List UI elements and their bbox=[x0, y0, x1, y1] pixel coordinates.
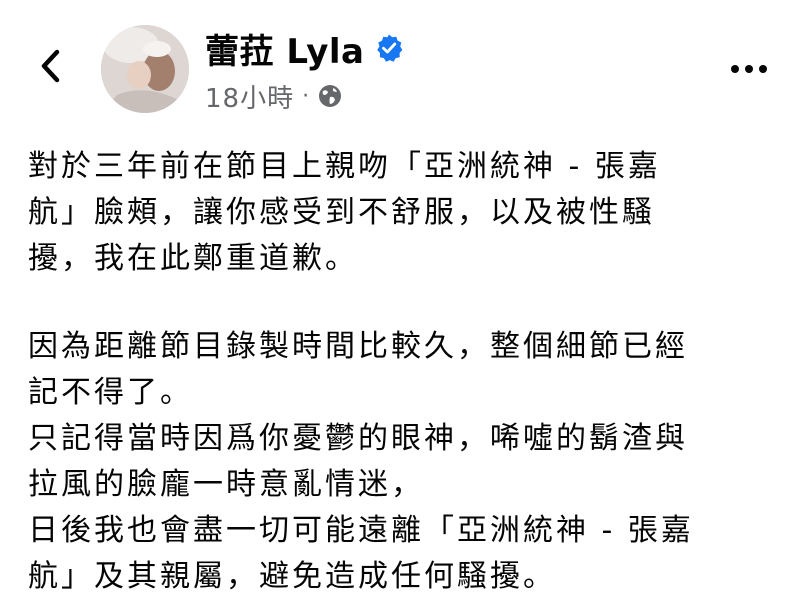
author-name[interactable]: 蕾菈 Lyla bbox=[205, 24, 364, 73]
post-text: 對於三年前在節目上親吻「亞洲統神 - 張嘉 航」臉頰，讓你感受到不舒服，以及被性… bbox=[28, 144, 780, 600]
post-line: 拉風的臉龐一時意亂情迷， bbox=[28, 467, 424, 502]
back-button[interactable] bbox=[30, 46, 70, 86]
post-meta: 18小時 · bbox=[205, 78, 343, 114]
more-options-button[interactable] bbox=[724, 54, 774, 84]
post-line: 只記得當時因爲你憂鬱的眼神，唏噓的鬍渣與 bbox=[28, 421, 688, 456]
verified-badge-icon bbox=[374, 33, 404, 63]
author-row: 蕾菈 Lyla bbox=[205, 24, 404, 72]
meta-separator: · bbox=[302, 83, 310, 109]
post-header: 蕾菈 Lyla 18小時 · bbox=[0, 0, 800, 120]
avatar-photo bbox=[101, 25, 189, 113]
post-line: 航」及其親屬，避免造成任何騷擾。 bbox=[28, 559, 556, 594]
post-line: 航」臉頰，讓你感受到不舒服，以及被性騷 bbox=[28, 195, 655, 230]
avatar[interactable] bbox=[101, 25, 189, 113]
post-line: 對於三年前在節目上親吻「亞洲統神 - 張嘉 bbox=[28, 149, 661, 184]
post-line: 因為距離節目錄製時間比較久，整個細節已經 bbox=[28, 329, 688, 364]
post-line: 日後我也會盡一切可能遠離「亞洲統神 - 張嘉 bbox=[28, 513, 694, 548]
globe-icon[interactable] bbox=[317, 83, 343, 109]
post-line: 記不得了。 bbox=[28, 375, 193, 410]
chevron-left-icon bbox=[41, 49, 60, 83]
more-horizontal-icon bbox=[731, 65, 739, 73]
post-line: 擾，我在此鄭重道歉。 bbox=[28, 241, 358, 276]
post-timestamp[interactable]: 18小時 bbox=[205, 78, 294, 115]
